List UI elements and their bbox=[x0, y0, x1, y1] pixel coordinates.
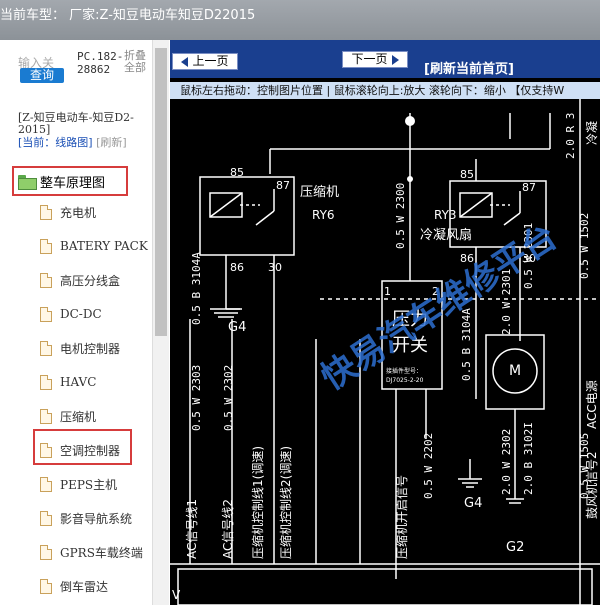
wire-label: 0.5 B 3104A bbox=[460, 308, 473, 381]
left-panel: 输入关 查询 PC.182-28862 折叠全部 [Z-知豆电动车-知豆D2-2… bbox=[0, 40, 152, 605]
page-icon bbox=[40, 204, 52, 220]
page-icon bbox=[40, 272, 52, 288]
signal-label: ACC电源 bbox=[585, 380, 599, 429]
wire-label: 2.0 B 3102I bbox=[522, 422, 535, 495]
tree-item[interactable]: 充电机 bbox=[40, 200, 96, 224]
help-bar: 鼠标左右拖动：控制图片位置 | 鼠标滚轮向上:放大 滚轮向下：缩小 【仅支持W bbox=[170, 82, 600, 99]
page-icon bbox=[40, 510, 52, 526]
connector-model-label: 接插件型号： bbox=[386, 367, 422, 375]
window-title-bar: 当前车型： 厂家:Z-知豆电动车知豆D22015 bbox=[0, 0, 600, 40]
wire-label: 0.5 W 2300 bbox=[394, 183, 407, 249]
tree-root-label: 整车原理图 bbox=[40, 175, 106, 191]
folder-open-icon bbox=[18, 174, 37, 190]
current-location: [当前：线路图] [刷新] bbox=[18, 136, 150, 149]
diagram-viewer: 上一页 下一页 [刷新当前首页] 鼠标左右拖动：控制图片位置 | 鼠标滚轮向上:… bbox=[170, 40, 600, 605]
ground-g2: G2 bbox=[506, 540, 524, 555]
page-icon bbox=[40, 340, 52, 356]
ground-g4-left: G4 bbox=[228, 320, 246, 335]
wire-label: 0.5 W 2303 bbox=[190, 365, 203, 431]
page-icon bbox=[40, 374, 52, 390]
pc-code: PC.182-28862 bbox=[77, 50, 124, 76]
signal-label: 压缩机控制线1(调速) bbox=[250, 446, 265, 559]
page-icon bbox=[40, 408, 52, 424]
collapse-all-link[interactable]: 折叠全部 bbox=[124, 50, 150, 74]
signal-label: AC信号线1 bbox=[185, 499, 199, 559]
signal-label: 压缩机控制线2(调速) bbox=[278, 446, 293, 559]
tree-item[interactable]: 高压分线盒 bbox=[40, 268, 120, 292]
page-icon bbox=[40, 544, 52, 560]
tree-root-vehicle-schematic[interactable]: 整车原理图 bbox=[12, 166, 128, 196]
signal-label: 鼓风机信号2 bbox=[585, 451, 599, 519]
relay-ry6-label: RY6 bbox=[312, 208, 335, 222]
page-icon bbox=[40, 476, 52, 492]
signal-label: 压缩机开启信号 bbox=[394, 475, 409, 559]
next-page-button[interactable]: 下一页 bbox=[342, 51, 408, 68]
scrollbar-thumb[interactable] bbox=[155, 48, 167, 336]
tree-item[interactable]: 倒车雷达 bbox=[40, 574, 108, 598]
tree-item[interactable]: DC-DC bbox=[40, 302, 102, 326]
wire-label: 2.0 W 2302 bbox=[500, 429, 513, 495]
compressor-label: 压缩机 bbox=[300, 184, 339, 200]
refresh-home-link[interactable]: [刷新当前首页] bbox=[424, 58, 514, 77]
pin-86a: 86 bbox=[230, 261, 244, 274]
page-icon bbox=[40, 306, 52, 322]
tree-item-selected[interactable]: 空调控制器 bbox=[40, 438, 120, 462]
tree-item[interactable]: PEPS主机 bbox=[40, 472, 117, 496]
wire-label: 2.0 R 3 bbox=[564, 113, 577, 159]
pin-87a: 87 bbox=[276, 179, 290, 192]
relay-ry3-label: RY3 bbox=[434, 208, 457, 222]
arrow-left-icon bbox=[181, 56, 189, 67]
pin-85b: 85 bbox=[460, 168, 474, 181]
refresh-link[interactable]: [刷新] bbox=[96, 136, 127, 149]
fan-label: 冷凝风扇 bbox=[420, 227, 472, 243]
signal-label: 冷凝 bbox=[584, 121, 599, 145]
window-title: 当前车型： 厂家:Z-知豆电动车知豆D22015 bbox=[0, 8, 256, 23]
page-icon bbox=[40, 238, 52, 254]
ground-g4-right: G4 bbox=[464, 496, 482, 511]
viewer-toolbar: 上一页 下一页 [刷新当前首页] bbox=[170, 40, 600, 78]
model-title: [Z-知豆电动车-知豆D2-2015] bbox=[18, 111, 134, 136]
tree-item[interactable]: 影音导航系统 bbox=[40, 506, 132, 530]
current-prefix: [当前：线路图] bbox=[18, 136, 93, 149]
query-button[interactable]: 查询 bbox=[20, 68, 64, 83]
wire-label: 0.5 W 2202 bbox=[422, 433, 435, 499]
wire-label: 0.5 W 1502 bbox=[578, 213, 591, 279]
label-v: V bbox=[172, 588, 181, 602]
wire-label: 0.5 W 2302 bbox=[222, 365, 235, 431]
left-scrollbar[interactable] bbox=[152, 40, 169, 605]
tree-item[interactable]: GPRS车载终端 bbox=[40, 540, 143, 564]
signal-label: AC信号线2 bbox=[221, 499, 235, 559]
pin-1: 1 bbox=[384, 285, 391, 298]
pin-87b: 87 bbox=[522, 181, 536, 194]
tree-item[interactable]: 压缩机 bbox=[40, 404, 96, 428]
tree-item[interactable]: HAVC bbox=[40, 370, 96, 394]
tree-item[interactable]: 电机控制器 bbox=[40, 336, 120, 360]
arrow-right-icon bbox=[391, 54, 399, 65]
page-icon bbox=[40, 578, 52, 594]
pin-85a: 85 bbox=[230, 166, 244, 179]
page-icon bbox=[40, 442, 52, 458]
prev-page-button[interactable]: 上一页 bbox=[172, 53, 238, 70]
motor-label: M bbox=[509, 363, 521, 379]
tree-item[interactable]: BATERY PACK bbox=[40, 234, 148, 258]
pin-30a: 30 bbox=[268, 261, 282, 274]
wire-label: 0.5 B 3104A bbox=[190, 252, 203, 325]
connector-model-value: DJ7025-2-20 bbox=[386, 377, 424, 384]
